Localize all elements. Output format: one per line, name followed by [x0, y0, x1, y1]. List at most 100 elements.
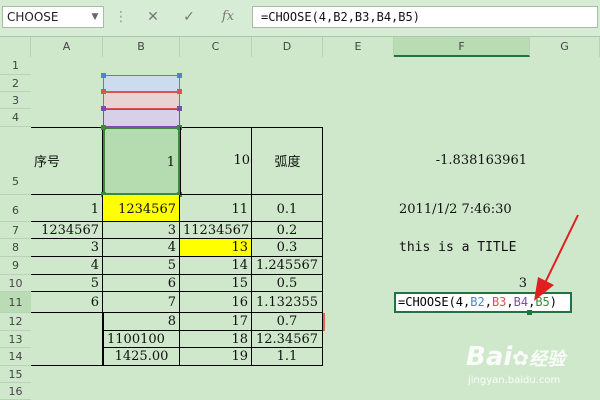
cell-c7[interactable]: 11234567: [180, 222, 252, 239]
cell-b11[interactable]: 7: [103, 292, 180, 313]
edit-formula-sep: ,: [506, 295, 514, 309]
cell-d9[interactable]: 1.245567: [252, 257, 323, 275]
cell-d5-text: 弧度: [274, 155, 301, 170]
cell-d10[interactable]: 0.5: [252, 275, 323, 292]
fill-handle[interactable]: [527, 310, 532, 315]
range-handle[interactable]: [101, 73, 106, 78]
cell-b8[interactable]: 4: [103, 239, 180, 257]
cell-c9[interactable]: 14: [180, 257, 252, 275]
cell-a7[interactable]: 1234567: [31, 222, 103, 239]
cell-f8[interactable]: this is a TITLE: [396, 239, 530, 257]
formula-input[interactable]: =CHOOSE(4,B2,B3,B4,B5): [252, 6, 598, 28]
cell-a6[interactable]: 1: [31, 195, 103, 222]
row-header-14[interactable]: 14: [0, 348, 31, 366]
cell-c13[interactable]: 18: [180, 331, 252, 348]
cell-c5-text: 10: [233, 153, 250, 168]
watermark-logo: Bai✿经验: [466, 342, 566, 372]
enter-icon[interactable]: ✓: [176, 6, 202, 28]
edit-formula-sep: ,: [484, 295, 492, 309]
cell-d6[interactable]: 0.1: [252, 195, 323, 222]
cell-f10[interactable]: 3: [394, 275, 530, 292]
row-header-16[interactable]: 16: [0, 383, 31, 400]
cell-c8[interactable]: 13: [180, 239, 252, 257]
cancel-icon[interactable]: ✕: [140, 6, 166, 28]
range-handle[interactable]: [101, 89, 106, 94]
cell-b5[interactable]: 1: [103, 127, 180, 195]
cell-a8[interactable]: 3: [31, 239, 103, 257]
range-handle[interactable]: [101, 125, 106, 130]
column-header-f[interactable]: F: [394, 37, 530, 57]
column-header-e[interactable]: E: [323, 37, 394, 57]
cell-b10[interactable]: 6: [103, 275, 180, 292]
cell-d8[interactable]: 0.3: [252, 239, 323, 257]
column-header-d[interactable]: D: [252, 37, 323, 57]
column-header-a[interactable]: A: [31, 37, 103, 57]
row-header-5[interactable]: 5: [0, 127, 31, 195]
row-header-13[interactable]: 13: [0, 331, 31, 348]
name-box[interactable]: CHOOSE ▼: [2, 6, 104, 28]
edit-formula-ref-b2: B2: [470, 295, 485, 309]
cell-d5[interactable]: 弧度: [252, 127, 323, 195]
range-handle[interactable]: [177, 89, 182, 94]
range-handle[interactable]: [177, 73, 182, 78]
row-header-10[interactable]: 10: [0, 275, 31, 292]
cell-a13[interactable]: [31, 331, 103, 348]
row-header-4[interactable]: 4: [0, 109, 31, 127]
row-header-8[interactable]: 8: [0, 239, 31, 257]
ref-range-b4: [103, 109, 180, 127]
ref-range-b2: [103, 75, 180, 92]
cell-b9[interactable]: 5: [103, 257, 180, 275]
cell-c5[interactable]: 10: [180, 127, 252, 195]
cell-b6[interactable]: 1234567: [103, 195, 180, 222]
row-header-1[interactable]: 1: [0, 57, 31, 75]
row-header-9[interactable]: 9: [0, 257, 31, 275]
row-header-6[interactable]: 6: [0, 195, 31, 222]
cell-d7[interactable]: 0.2: [252, 222, 323, 239]
row-header-15[interactable]: 15: [0, 366, 31, 383]
range-handle[interactable]: [101, 106, 106, 111]
formula-toolbar: CHOOSE ▼ ⋮ ✕ ✓ fx =CHOOSE(4,B2,B3,B4,B5): [0, 0, 600, 37]
cell-d14[interactable]: 1.1: [252, 348, 323, 366]
ref-range-b3: [103, 92, 180, 109]
arrow-icon: [534, 214, 579, 301]
column-header-c[interactable]: C: [180, 37, 252, 57]
column-header-g[interactable]: G: [530, 37, 600, 57]
cell-c10[interactable]: 15: [180, 275, 252, 292]
cell-b13[interactable]: 1100100: [103, 331, 180, 348]
cell-c14[interactable]: 19: [180, 348, 252, 366]
row-header-7[interactable]: 7: [0, 222, 31, 239]
name-box-value: CHOOSE: [7, 10, 59, 24]
cell-c6[interactable]: 11: [180, 195, 252, 222]
cell-d12[interactable]: 0.7: [252, 313, 323, 331]
red-marker: [323, 313, 325, 331]
range-handle[interactable]: [177, 106, 182, 111]
cell-a14[interactable]: [31, 348, 103, 366]
cell-a9[interactable]: 4: [31, 257, 103, 275]
cell-a11[interactable]: 6: [31, 292, 103, 313]
cell-c11[interactable]: 16: [180, 292, 252, 313]
cell-a12[interactable]: [31, 313, 103, 331]
insert-function-icon[interactable]: fx: [214, 6, 242, 28]
row-header-11[interactable]: 11: [0, 292, 31, 313]
cell-b7[interactable]: 3: [103, 222, 180, 239]
cell-a5-text: 序号: [34, 155, 61, 170]
cell-f5[interactable]: -1.838163961: [394, 153, 530, 168]
cell-c12[interactable]: 17: [180, 313, 252, 331]
select-all-corner[interactable]: [0, 37, 31, 57]
row-header-12[interactable]: 12: [0, 313, 31, 331]
row-header-3[interactable]: 3: [0, 92, 31, 109]
chevron-down-icon[interactable]: ▼: [87, 7, 103, 27]
cell-b14[interactable]: 1425.00: [103, 348, 180, 366]
cell-b5-text: 1: [166, 155, 175, 170]
cell-b12[interactable]: 8: [103, 313, 180, 331]
cell-d11[interactable]: 1.132355: [252, 292, 323, 313]
column-header-b[interactable]: B: [103, 37, 180, 57]
grip-icon: ⋮: [114, 9, 128, 25]
edit-formula-prefix: =CHOOSE(4,: [398, 295, 471, 309]
row-header-2[interactable]: 2: [0, 75, 31, 92]
cell-f6[interactable]: 2011/1/2 7:46:30: [396, 195, 530, 222]
paw-icon: ✿: [512, 346, 530, 370]
cell-a5[interactable]: 序号: [31, 127, 103, 195]
cell-a10[interactable]: 5: [31, 275, 103, 292]
cell-d13[interactable]: 12.34567: [252, 331, 323, 348]
